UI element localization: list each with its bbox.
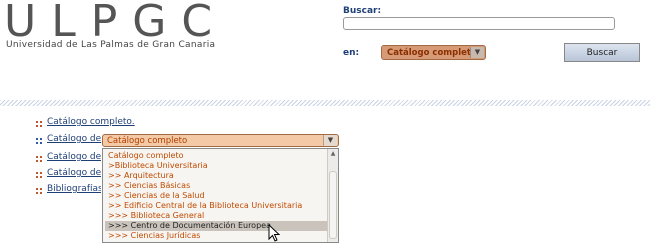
library-select-value: Catálogo completo	[107, 136, 188, 146]
scrollbar-thumb[interactable]	[329, 171, 337, 239]
chevron-down-icon[interactable]: ▼	[323, 135, 337, 146]
dropdown-option[interactable]: >>> Biblioteca General	[105, 211, 327, 221]
dropdown-option-selected[interactable]: >>> Centro de Documentación Europea	[105, 221, 327, 231]
chevron-down-icon[interactable]: ▼	[470, 47, 484, 58]
dropdown-option[interactable]: >Biblioteca Universitaria	[105, 161, 327, 171]
search-input[interactable]	[343, 17, 615, 30]
nav-link-catalogo-de[interactable]: Catálogo de	[47, 134, 101, 144]
dropdown-option[interactable]: >> Ciencias de la Salud	[105, 191, 327, 201]
dropdown-option[interactable]: >> Edificio Central de la Biblioteca Uni…	[105, 201, 327, 211]
scroll-up-icon[interactable]: ▲	[329, 150, 337, 158]
logo-subtitle: Universidad de Las Palmas de Gran Canari…	[6, 40, 216, 50]
dropdown-option[interactable]: >> Ciencias Básicas	[105, 181, 327, 191]
library-select[interactable]: Catálogo completo ▼	[102, 134, 339, 147]
catalog-scope-select[interactable]: Catálogo completo ▼	[381, 45, 486, 60]
bullet-icon	[36, 138, 42, 144]
nav-link-bibliografias[interactable]: Bibliografías r	[47, 184, 101, 194]
bullet-icon	[36, 156, 42, 162]
header-separator	[0, 100, 650, 106]
catalog-scope-label: en:	[343, 48, 360, 58]
search-label: Buscar:	[343, 6, 382, 16]
nav-link-catalogo-4[interactable]: Catálogo de r	[47, 168, 101, 178]
logo: ULPGC	[4, 0, 228, 47]
dropdown-option[interactable]: Catálogo completo	[105, 151, 327, 161]
dropdown-option[interactable]: >>> Ciencias Jurídicas	[105, 231, 327, 241]
search-button[interactable]: Buscar	[564, 43, 640, 62]
bullet-icon	[36, 121, 42, 127]
library-dropdown-list[interactable]: Catálogo completo >Biblioteca Universita…	[102, 148, 339, 243]
dropdown-scrollbar[interactable]: ▲	[327, 149, 338, 242]
dropdown-option[interactable]: >> Arquitectura	[105, 171, 327, 181]
bullet-icon	[36, 172, 42, 178]
mouse-pointer-icon	[268, 224, 281, 242]
nav-link-catalogo-completo[interactable]: Catálogo completo.	[47, 117, 135, 127]
bullet-icon	[36, 188, 42, 194]
nav-link-catalogo-3[interactable]: Catálogo de r	[47, 152, 101, 162]
catalog-scope-value: Catálogo completo	[387, 48, 477, 58]
